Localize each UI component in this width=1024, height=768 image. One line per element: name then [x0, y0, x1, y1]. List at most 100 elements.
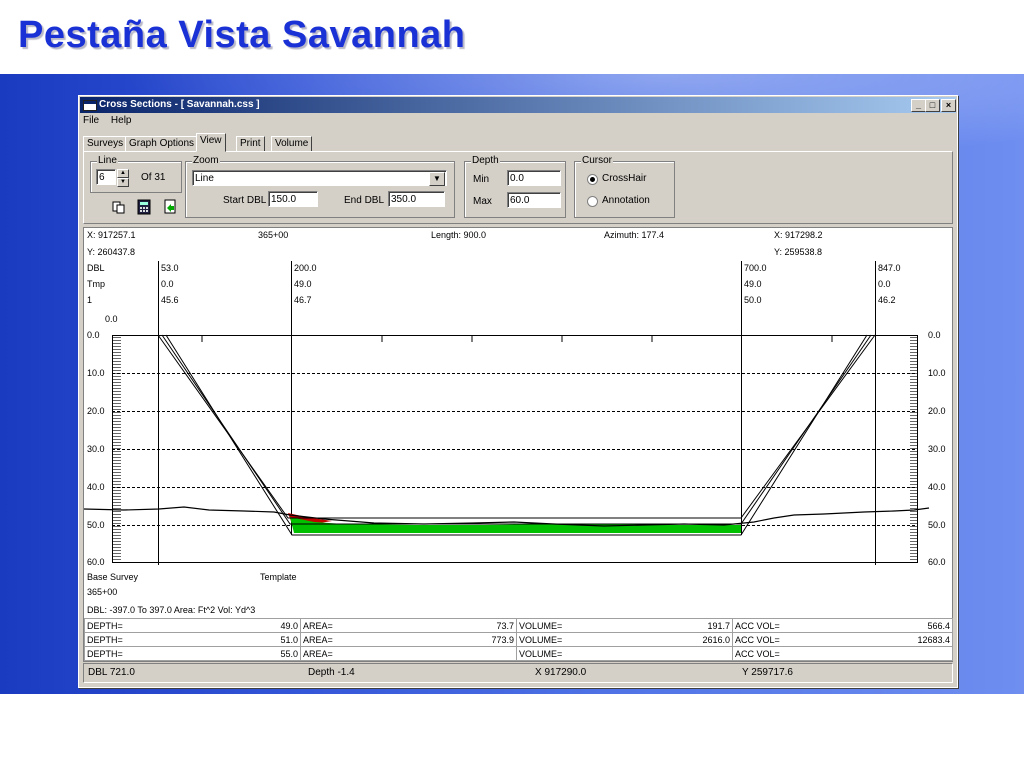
depth-tick-left-0: 0.0: [87, 330, 100, 340]
depth-max-input[interactable]: 60.0: [507, 192, 561, 208]
tab-graph-options[interactable]: Graph Options: [125, 136, 199, 152]
end-dbl-label: End DBL: [344, 195, 385, 206]
window-title: Cross Sections - [ Savannah.css ]: [99, 99, 260, 110]
tab-view[interactable]: View: [196, 133, 226, 152]
minimize-button[interactable]: _: [911, 99, 926, 112]
cross-section-plot[interactable]: X: 917257.1 365+00 Length: 900.0 Azimuth…: [83, 227, 953, 606]
zoom-mode-value: Line: [195, 173, 214, 184]
acc-label: ACC VOL=: [735, 648, 780, 659]
area-label: AREA=: [303, 648, 333, 659]
acc-label: ACC VOL=: [735, 634, 780, 645]
zoom-group-label: Zoom: [192, 155, 220, 166]
crosshair-radio[interactable]: [587, 174, 598, 185]
start-dbl-label: Start DBL: [223, 195, 267, 206]
zoom-mode-select[interactable]: Line ▼: [192, 170, 447, 186]
view-tab-panel: Line 6 ▲ ▼ Of 31 Zoom Line ▼ Start DBL 1…: [83, 151, 953, 224]
calculator-icon[interactable]: [137, 199, 151, 215]
menu-bar: File Help: [83, 115, 140, 129]
slide-title: Pestaña Vista Savannah: [18, 14, 466, 56]
volume-value: 191.7: [707, 620, 730, 631]
volume-label: VOLUME=: [519, 648, 563, 659]
cursor-group-label: Cursor: [581, 155, 614, 166]
depth-tick-right-60: 60.0: [928, 557, 946, 567]
legend-station: 365+00: [87, 587, 118, 597]
depth-label: DEPTH=: [87, 648, 123, 659]
depth-group: Depth Min 0.0 Max 60.0: [464, 155, 566, 218]
depth-tick-left-20: 20.0: [87, 406, 105, 416]
table-cell: ACC VOL= 12683.4: [732, 632, 953, 647]
depth-value: 49.0: [280, 620, 298, 631]
line-count-label: Of 31: [141, 172, 166, 183]
window-titlebar[interactable]: Cross Sections - [ Savannah.css ] _ □ ×: [80, 97, 956, 113]
depth-tick-right-30: 30.0: [928, 444, 946, 454]
depth-gridlines: [112, 373, 918, 526]
menu-file[interactable]: File: [83, 115, 99, 126]
volume-label: VOLUME=: [519, 634, 563, 645]
depth-label: DEPTH=: [87, 620, 123, 631]
volume-label: VOLUME=: [519, 620, 563, 631]
legend-template: Template: [260, 572, 297, 582]
status-bar: DBL 721.0 Depth -1.4 X 917290.0 Y 259717…: [83, 663, 953, 683]
table-cell: VOLUME= 191.7: [516, 618, 733, 633]
table-cell: AREA= 73.7: [300, 618, 517, 633]
status-x: X 917290.0: [535, 667, 587, 678]
annotation-radio[interactable]: [587, 196, 598, 207]
depth-label: DEPTH=: [87, 634, 123, 645]
table-row: DEPTH= 55.0 AREA= VOLUME= ACC VOL=: [84, 646, 953, 661]
line-group-label: Line: [97, 155, 118, 166]
export-icon[interactable]: [163, 199, 177, 214]
table-row: DEPTH= 49.0 AREA= 73.7 VOLUME= 191.7 ACC VOL= 5…: [84, 618, 953, 633]
area-value: 773.9: [491, 634, 514, 645]
line-number-input[interactable]: 6: [96, 169, 116, 185]
cursor-group: Cursor CrossHair Annotation: [574, 155, 675, 218]
spinner-down-icon[interactable]: ▼: [117, 178, 129, 187]
table-cell: VOLUME=: [516, 646, 733, 661]
table-cell: DEPTH= 55.0: [84, 646, 301, 661]
line-group: Line 6 ▲ ▼ Of 31: [90, 155, 182, 193]
depth-tick-left-60: 60.0: [87, 557, 105, 567]
start-dbl-input[interactable]: 150.0: [268, 191, 318, 207]
depth-tick-left-10: 10.0: [87, 368, 105, 378]
menu-help[interactable]: Help: [111, 115, 132, 126]
table-cell: DEPTH= 49.0: [84, 618, 301, 633]
table-cell: ACC VOL=: [732, 646, 953, 661]
status-y: Y 259717.6: [742, 667, 793, 678]
volume-table: DBL: -397.0 To 397.0 Area: Ft^2 Vol: Yd^…: [83, 603, 953, 662]
copy-icon[interactable]: [112, 200, 126, 214]
spinner-up-icon[interactable]: ▲: [117, 169, 129, 178]
tab-surveys[interactable]: Surveys: [83, 136, 128, 152]
acc-value: 566.4: [927, 620, 950, 631]
crosshair-label: CrossHair: [602, 173, 647, 184]
annotation-label: Annotation: [602, 195, 650, 206]
area-label: AREA=: [303, 620, 333, 631]
cross-section-drawing: [84, 261, 930, 565]
table-cell: ACC VOL= 566.4: [732, 618, 953, 633]
tab-volume[interactable]: Volume: [271, 136, 313, 152]
table-cell: AREA= 773.9: [300, 632, 517, 647]
depth-min-label: Min: [473, 174, 490, 185]
app-icon: [83, 100, 97, 111]
depth-tick-right-50: 50.0: [928, 520, 946, 530]
base-survey-line: [84, 506, 930, 527]
volume-grid: DEPTH= 49.0 AREA= 73.7 VOLUME= 191.7 ACC VOL= 5…: [84, 618, 953, 661]
area-label: AREA=: [303, 634, 333, 645]
table-cell: AREA=: [300, 646, 517, 661]
depth-tick-left-30: 30.0: [87, 444, 105, 454]
table-cell: VOLUME= 2616.0: [516, 632, 733, 647]
design-template: [157, 334, 876, 536]
acc-value: 12683.4: [917, 634, 950, 645]
chevron-down-icon[interactable]: ▼: [429, 172, 445, 186]
zoom-group: Zoom Line ▼ Start DBL 150.0 End DBL 350.…: [185, 155, 455, 218]
acc-label: ACC VOL=: [735, 620, 780, 631]
cross-sections-window: Cross Sections - [ Savannah.css ] _ □ × …: [78, 95, 958, 688]
fill-area: [290, 517, 741, 533]
maximize-button[interactable]: □: [925, 99, 940, 112]
table-row: DEPTH= 51.0 AREA= 773.9 VOLUME= 2616.0 ACC VOL…: [84, 632, 953, 647]
status-dbl: DBL 721.0: [88, 667, 135, 678]
area-value: 73.7: [496, 620, 514, 631]
tab-print[interactable]: Print: [236, 136, 265, 152]
line-spinner[interactable]: ▲ ▼: [117, 169, 129, 187]
close-button[interactable]: ×: [941, 99, 956, 112]
depth-min-input[interactable]: 0.0: [507, 170, 561, 186]
end-dbl-input[interactable]: 350.0: [388, 191, 445, 207]
